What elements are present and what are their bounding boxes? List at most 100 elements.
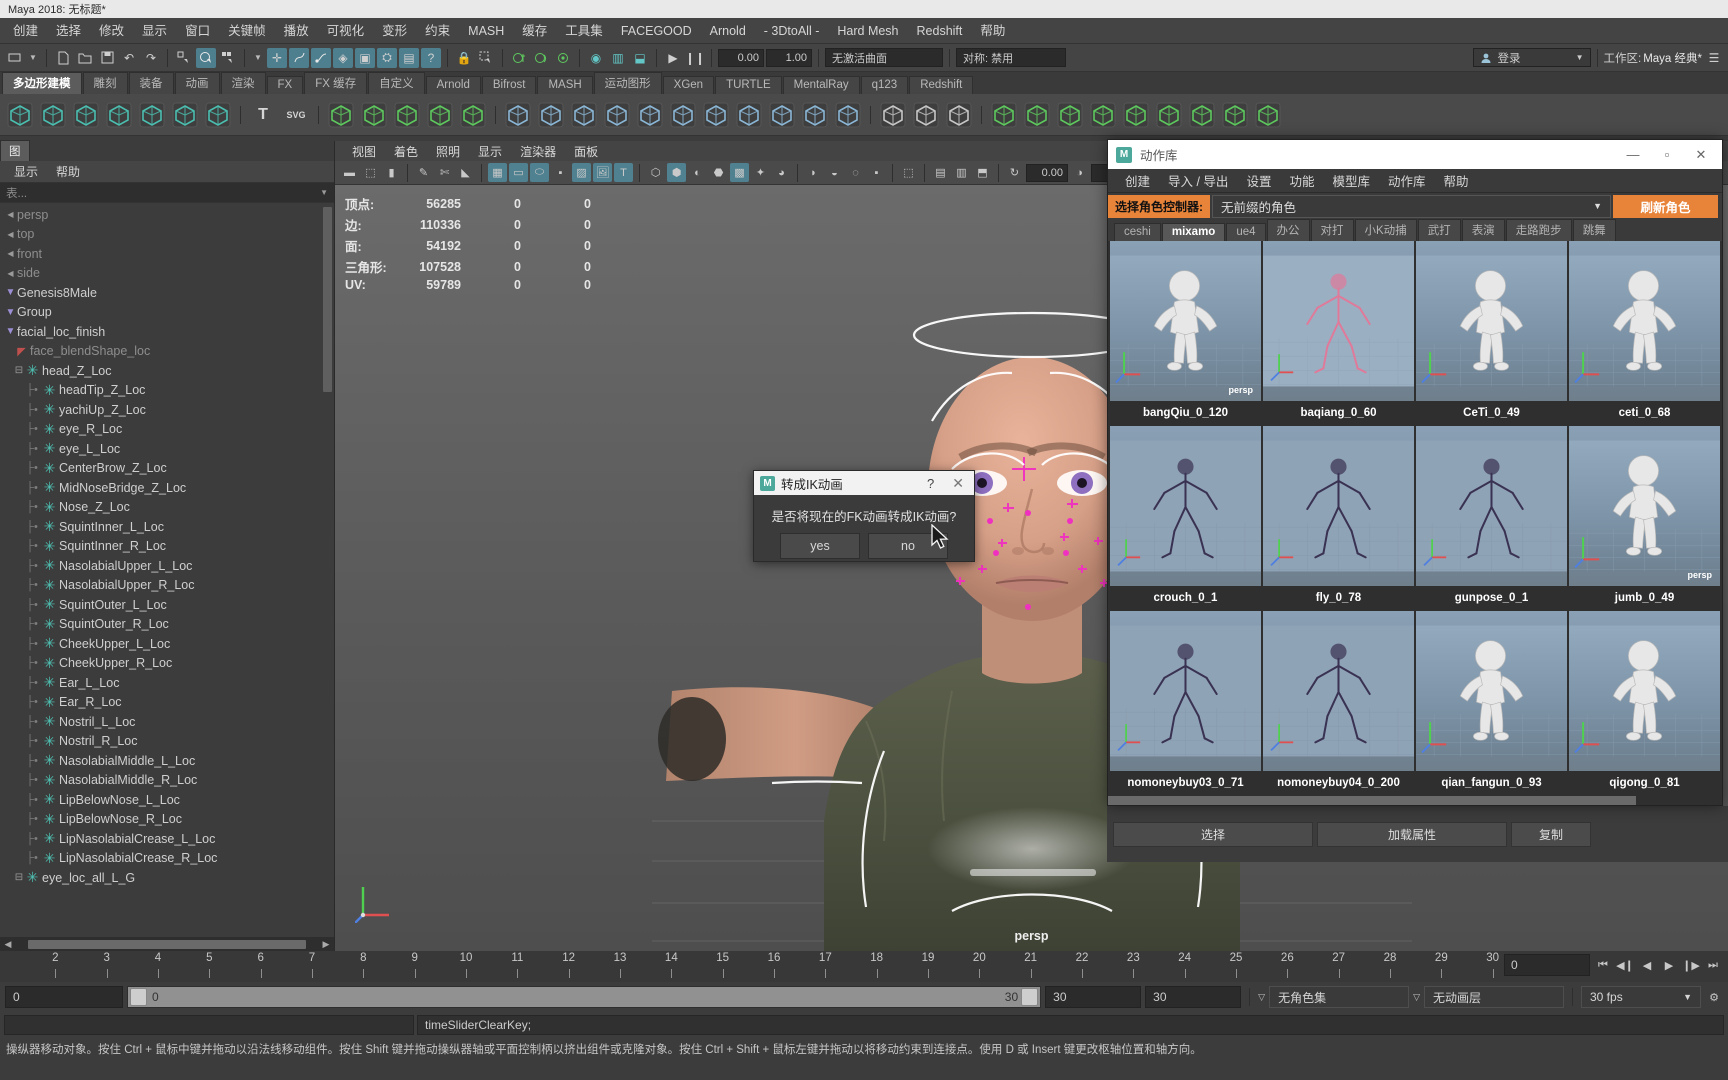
range-slider-left-handle[interactable]: [130, 988, 147, 1006]
undo-icon[interactable]: ↶: [119, 48, 139, 68]
scroll-left-icon[interactable]: ◀: [2, 939, 14, 950]
motion-item[interactable]: qigong_0_81: [1569, 611, 1720, 794]
motion-thumbnail[interactable]: [1263, 611, 1414, 771]
triangulate-icon[interactable]: [800, 100, 830, 130]
motion-thumbnail[interactable]: [1263, 426, 1414, 586]
playblast-icon[interactable]: ▶: [663, 48, 683, 68]
hypershade-icon[interactable]: ◉: [586, 48, 606, 68]
sculpt-tool-icon[interactable]: [326, 100, 356, 130]
motion-thumbnail[interactable]: [1110, 611, 1261, 771]
symmetry-field[interactable]: 对称: 禁用: [956, 48, 1066, 67]
motion-item[interactable]: ceti_0_68: [1569, 241, 1720, 424]
playback-controls[interactable]: 0 ⏮ ◀❙ ◀ ▶ ❙▶ ⏭: [1504, 954, 1722, 976]
outliner-item[interactable]: ├• ✳ headTip_Z_Loc: [0, 381, 334, 401]
fps-combo[interactable]: 30 fps ▼: [1581, 986, 1701, 1008]
play-back-icon[interactable]: ◀: [1638, 954, 1656, 976]
anim-layer-combo[interactable]: 无动画层: [1424, 986, 1564, 1008]
outliner-item[interactable]: ├• ✳ NasolabialMiddle_L_Loc: [0, 751, 334, 771]
extrude-icon[interactable]: [602, 100, 632, 130]
outliner-item[interactable]: ├• ✳ eye_R_Loc: [0, 420, 334, 440]
polygon-prism-icon[interactable]: [203, 100, 233, 130]
ipr-render-icon[interactable]: [531, 48, 551, 68]
mlib-tab-5[interactable]: 小K动捕: [1354, 219, 1417, 241]
smooth2-icon[interactable]: [767, 100, 797, 130]
xray-active-icon[interactable]: ▥: [952, 163, 971, 182]
outliner-item[interactable]: ├• ✳ LipNasolabialCrease_R_Loc: [0, 849, 334, 869]
expand-arrow-icon[interactable]: ◀: [4, 210, 17, 219]
status-toolbar[interactable]: ▼ ↶ ↷ ▼ ✛ ◈ ▣ ⛭ ▤ ? 🔒 ◉ ▥ ⬓ ▶ ❙❙ 0.00 1.…: [0, 44, 1728, 72]
select-button[interactable]: 选择: [1113, 821, 1313, 847]
poly-green-7-icon[interactable]: [1187, 100, 1217, 130]
xray-icon[interactable]: ▨: [572, 163, 591, 182]
motion-thumbnail[interactable]: [1110, 426, 1261, 586]
mlib-menu-0[interactable]: 创建: [1116, 171, 1159, 190]
bookmark-icon[interactable]: ▮: [382, 163, 401, 182]
viewport-exposure-field[interactable]: 0.00: [1026, 163, 1068, 182]
outliner-horizontal-scrollbar[interactable]: ◀ ▶: [0, 937, 334, 951]
command-output[interactable]: timeSliderClearKey;: [417, 1015, 1724, 1035]
status-number-b[interactable]: 1.00: [766, 48, 812, 67]
gate-mask-icon[interactable]: ▪: [551, 163, 570, 182]
outliner-item[interactable]: ├• ✳ LipBelowNose_R_Loc: [0, 810, 334, 830]
polygon-plane-icon[interactable]: [170, 100, 200, 130]
help-icon[interactable]: ?: [919, 476, 942, 491]
expand-arrow-icon[interactable]: ◀: [4, 249, 17, 258]
anim-start-field[interactable]: 30: [1045, 986, 1142, 1008]
uv-map-icon[interactable]: [911, 100, 941, 130]
command-line-row[interactable]: timeSliderClearKey;: [0, 1012, 1728, 1038]
wireframe-on-shaded-icon[interactable]: ⬣: [709, 163, 728, 182]
outliner-item[interactable]: ◀ top: [0, 225, 334, 245]
scroll-thumb[interactable]: [28, 939, 306, 949]
load-attribute-button[interactable]: 加载属性: [1317, 821, 1507, 847]
grease-settings-icon[interactable]: ◣: [456, 163, 475, 182]
outliner-item[interactable]: ├• ✳ CheekUpper_R_Loc: [0, 654, 334, 674]
polygon-sphere-icon[interactable]: [5, 100, 35, 130]
shelf-tab-4[interactable]: 渲染: [220, 72, 266, 94]
outliner-item[interactable]: ├• ✳ LipNasolabialCrease_L_Loc: [0, 829, 334, 849]
motion-item[interactable]: persp bangQiu_0_120: [1110, 241, 1261, 424]
boolean-icon[interactable]: [503, 100, 533, 130]
outliner-item[interactable]: ├• ✳ NasolabialUpper_L_Loc: [0, 556, 334, 576]
shelf-tab-bar[interactable]: 多边形建模 雕刻 装备 动画 渲染 FX FX 缓存 自定义 Arnold Bifrost MASH…: [0, 72, 1728, 94]
mlib-tab-0[interactable]: ceshi: [1114, 223, 1161, 241]
poly-green-1-icon[interactable]: [989, 100, 1019, 130]
polygon-torus-icon[interactable]: [137, 100, 167, 130]
outliner-menu-0[interactable]: 显示: [6, 163, 46, 180]
menu-item-13[interactable]: FACEGOOD: [612, 18, 701, 44]
viewport-menu-4[interactable]: 渲染器: [511, 143, 565, 160]
menu-item-9[interactable]: 约束: [416, 18, 459, 44]
shade-all-icon[interactable]: ◐: [688, 163, 707, 182]
uv-editor-icon[interactable]: [878, 100, 908, 130]
mlib-menu-3[interactable]: 功能: [1280, 171, 1323, 190]
bevel-icon[interactable]: [635, 100, 665, 130]
command-input[interactable]: [4, 1015, 414, 1035]
animation-preferences-icon[interactable]: ⚙: [1705, 986, 1723, 1008]
outliner-item[interactable]: ├• ✳ SquintInner_R_Loc: [0, 537, 334, 557]
outliner-search[interactable]: 表... ▼: [0, 183, 334, 203]
range-slider-right-handle[interactable]: [1021, 988, 1039, 1006]
motion-thumbnail[interactable]: [1416, 241, 1567, 401]
outliner-item[interactable]: ├• ✳ MidNoseBridge_Z_Loc: [0, 478, 334, 498]
xray-joints-icon[interactable]: ▤: [931, 163, 950, 182]
snap-grid-icon[interactable]: ✛: [267, 47, 287, 68]
mlib-tab-8[interactable]: 走路跑步: [1505, 219, 1572, 241]
minimize-button[interactable]: —: [1616, 142, 1650, 168]
poly-green-3-icon[interactable]: [1055, 100, 1085, 130]
motion-blur-icon[interactable]: ◌: [846, 163, 865, 182]
outliner-tab[interactable]: 图: [0, 140, 30, 161]
clear-grease-icon[interactable]: ✄: [435, 163, 454, 182]
outliner-item[interactable]: ├• ✳ NasolabialUpper_R_Loc: [0, 576, 334, 596]
motion-thumbnail[interactable]: [1569, 611, 1720, 771]
render-current-frame-icon[interactable]: [509, 48, 529, 68]
workspace-menu-icon[interactable]: ☰: [1704, 48, 1724, 68]
help-tool-icon[interactable]: ?: [421, 47, 441, 68]
redo-icon[interactable]: ↷: [141, 48, 161, 68]
play-forward-icon[interactable]: ▶: [1660, 954, 1678, 976]
combine-icon[interactable]: [536, 100, 566, 130]
outliner-item[interactable]: ├• ✳ Nostril_L_Loc: [0, 712, 334, 732]
expand-arrow-icon[interactable]: ◀: [4, 230, 17, 239]
mode-dropdown-icon[interactable]: ▼: [26, 49, 40, 67]
character-selector-combo[interactable]: 无前缀的角色 ▼: [1212, 194, 1611, 218]
quadrangulate-icon[interactable]: [833, 100, 863, 130]
default-light-icon[interactable]: ◕: [772, 163, 791, 182]
